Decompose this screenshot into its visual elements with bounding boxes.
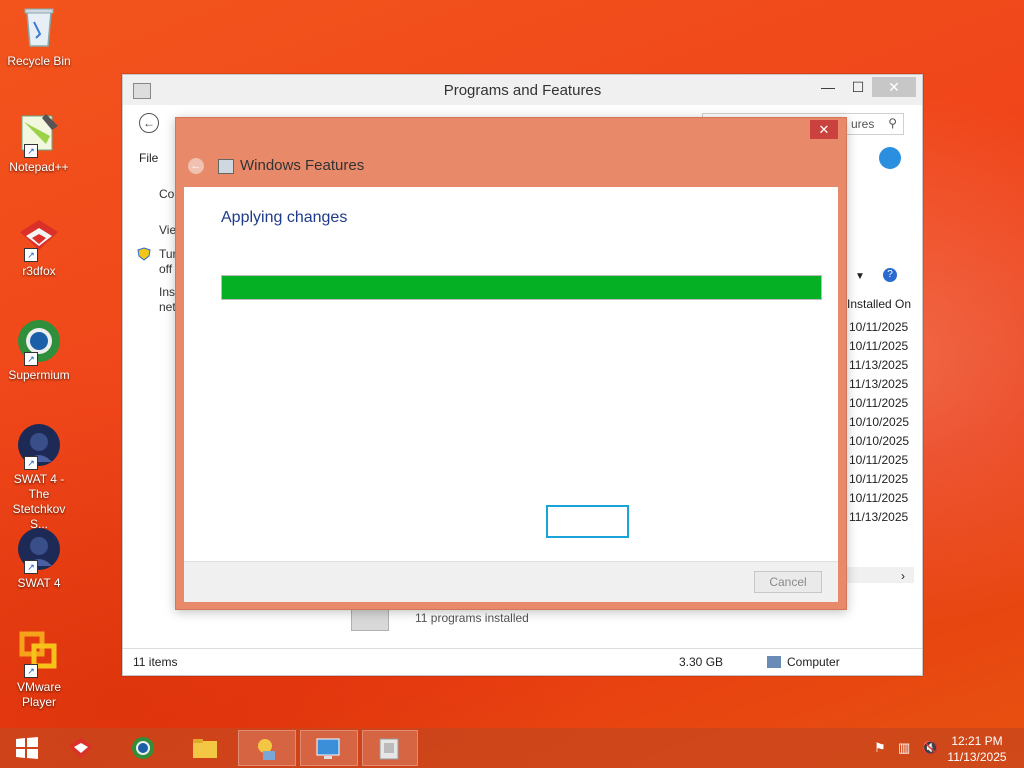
supermium-icon: ↗	[16, 318, 62, 366]
back-arrow-icon[interactable]: ←	[188, 158, 204, 174]
taskbar-app-supermium[interactable]	[116, 730, 170, 766]
shortcut-arrow-icon: ↗	[24, 144, 38, 158]
taskbar-clock[interactable]: 12:21 PM 11/13/2025	[942, 733, 1012, 765]
progress-bar-fill	[222, 276, 821, 299]
desktop-icon-label: Notepad++	[9, 160, 69, 174]
window-title: Programs and Features	[443, 82, 602, 99]
table-cell-date: 11/13/2025	[849, 510, 909, 524]
volume-muted-icon[interactable]: 🔇	[922, 740, 938, 756]
desktop-icon-label: VMware Player	[16, 680, 61, 709]
table-cell-date: 10/11/2025	[849, 320, 909, 334]
dialog-close-button[interactable]: ✕	[810, 120, 838, 139]
shortcut-arrow-icon: ↗	[24, 456, 38, 470]
status-computer-label: Computer	[787, 655, 840, 669]
table-cell-date: 10/10/2025	[849, 434, 910, 448]
left-pane-link-view-updates[interactable]: Vie	[159, 223, 176, 237]
desktop-icon-vmware-player[interactable]: ↗ VMware Player	[4, 630, 74, 710]
search-placeholder: ures	[851, 117, 875, 131]
desktop-icon-swat4-stetchkov[interactable]: ↗ SWAT 4 - The Stetchkov S...	[4, 422, 74, 532]
start-button[interactable]	[0, 730, 54, 766]
column-header-installed-on[interactable]: Installed On	[847, 297, 911, 311]
programs-installed-count: 11 programs installed	[415, 611, 529, 625]
taskbar: ⚑ ▥ 🔇 12:21 PM 11/13/2025	[0, 728, 1024, 768]
windows-features-icon	[258, 739, 275, 760]
windows-logo-icon	[16, 737, 38, 759]
table-cell-date: 10/10/2025	[849, 415, 910, 429]
left-pane-link-turn-features[interactable]: Tur	[159, 247, 177, 261]
recycle-bin-icon	[16, 4, 62, 50]
desktop-icon-recycle-bin[interactable]: Recycle Bin	[4, 4, 74, 69]
maximize-button[interactable]: ☐	[842, 77, 874, 97]
left-pane-link-control-panel[interactable]: Co	[159, 187, 174, 201]
desktop-icon-label: SWAT 4 - The Stetchkov S...	[12, 472, 66, 531]
globe-icon[interactable]	[879, 147, 901, 169]
action-center-flag-icon[interactable]: ⚑	[874, 740, 886, 756]
status-items-count: 11 items	[133, 655, 178, 669]
installed-on-column: 10/11/2025 10/11/2025 11/13/2025 11/13/2…	[849, 318, 909, 527]
control-panel-icon	[316, 738, 340, 759]
taskbar-app-r3dfox[interactable]	[54, 730, 108, 766]
computer-icon	[767, 656, 781, 668]
desktop-icon-label: Recycle Bin	[7, 54, 71, 68]
desktop-icon-label: Supermium	[8, 368, 70, 382]
taskbar-app-programs-and-features[interactable]	[362, 730, 418, 766]
clock-time: 12:21 PM	[951, 734, 1003, 748]
dialog-body: Applying changes	[184, 187, 838, 561]
search-icon: ⚲	[888, 116, 897, 130]
shield-icon	[137, 247, 151, 261]
minimize-button[interactable]: —	[812, 77, 844, 97]
table-cell-date: 10/11/2025	[849, 491, 909, 505]
desktop-icon-r3dfox[interactable]: ↗ r3dfox	[4, 214, 74, 279]
table-cell-date: 11/13/2025	[849, 358, 909, 372]
desktop-icon-notepad-plus[interactable]: ↗ Notepad++	[4, 110, 74, 175]
shortcut-arrow-icon: ↗	[24, 664, 38, 678]
r3dfox-icon	[69, 738, 93, 758]
close-button[interactable]: ✕	[872, 77, 916, 97]
clock-date: 11/13/2025	[947, 750, 1007, 764]
desktop-icon-supermium[interactable]: ↗ Supermium	[4, 318, 74, 383]
notepad-plus-icon: ↗	[16, 110, 62, 158]
status-bar: 11 items 3.30 GB Computer	[123, 648, 922, 675]
views-dropdown-icon[interactable]: ▼	[855, 271, 865, 282]
menu-file[interactable]: File	[139, 151, 158, 165]
status-total-size: 3.30 GB	[679, 655, 724, 669]
taskbar-app-windows-features[interactable]	[238, 730, 296, 766]
r3dfox-icon: ↗	[16, 214, 62, 262]
window-titlebar[interactable]: Programs and Features — ☐ ✕	[123, 75, 922, 105]
dialog-title: Windows Features	[240, 157, 365, 174]
swat4-stetchkov-icon: ↗	[16, 422, 62, 470]
programs-package-icon	[379, 738, 399, 760]
windows-features-dialog: ✕ ← Windows Features Applying changes Ca…	[175, 117, 847, 610]
folder-icon	[193, 739, 217, 758]
shortcut-arrow-icon: ↗	[24, 560, 38, 574]
vmware-player-icon: ↗	[16, 630, 62, 678]
shortcut-arrow-icon: ↗	[24, 248, 38, 262]
desktop-icon-swat4[interactable]: ↗ SWAT 4	[4, 526, 74, 591]
windows-features-icon	[218, 159, 234, 174]
cancel-button[interactable]: Cancel	[754, 571, 822, 593]
taskbar-app-file-explorer[interactable]	[178, 730, 232, 766]
left-pane-link-turn-features-2[interactable]: off	[159, 262, 172, 276]
scroll-right-arrow-icon[interactable]: ›	[901, 569, 905, 583]
table-cell-date: 10/11/2025	[849, 396, 909, 410]
help-icon[interactable]: ?	[883, 268, 897, 282]
table-cell-date: 10/11/2025	[849, 453, 909, 467]
table-cell-date: 10/11/2025	[849, 472, 909, 486]
desktop-icon-label: r3dfox	[22, 264, 56, 278]
left-pane-link-install-network[interactable]: net	[159, 300, 176, 314]
back-arrow-icon[interactable]: ←	[139, 113, 159, 133]
swat4-icon: ↗	[16, 526, 62, 574]
desktop-icon-label: SWAT 4	[17, 576, 61, 590]
progress-bar	[221, 275, 822, 300]
focus-rectangle	[546, 505, 629, 538]
dialog-heading: Applying changes	[221, 209, 348, 226]
supermium-icon	[132, 737, 154, 759]
taskbar-app-control-panel[interactable]	[300, 730, 358, 766]
dialog-footer: Cancel	[184, 561, 838, 602]
network-icon[interactable]: ▥	[898, 740, 910, 756]
table-cell-date: 10/11/2025	[849, 339, 909, 353]
shortcut-arrow-icon: ↗	[24, 352, 38, 366]
table-cell-date: 11/13/2025	[849, 377, 909, 391]
